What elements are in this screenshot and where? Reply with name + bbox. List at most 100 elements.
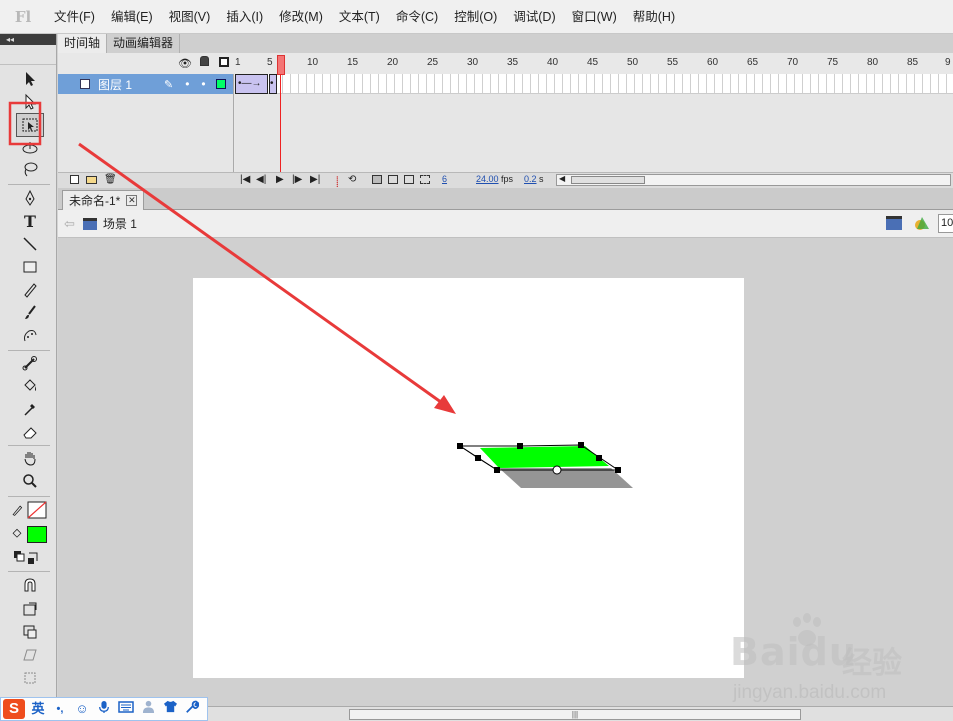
frame-rate[interactable]: 24.00 <box>476 174 499 184</box>
loop-icon[interactable]: ⟲ <box>348 174 356 185</box>
onion-outline-icon[interactable] <box>388 175 398 184</box>
pen-tool-icon[interactable] <box>17 187 43 209</box>
free-transform-tool-icon[interactable] <box>16 113 44 137</box>
straighten-icon[interactable] <box>17 621 43 643</box>
close-icon[interactable]: ✕ <box>126 195 138 206</box>
menu-control[interactable]: 控制(O) <box>446 0 505 34</box>
tween-span[interactable]: •—→ <box>235 74 268 94</box>
play-icon[interactable]: ▶ <box>276 174 284 185</box>
emoji-icon[interactable]: ☺ <box>73 700 91 718</box>
onion-skin-icon[interactable] <box>372 175 382 184</box>
timeline-scroll-thumb[interactable] <box>571 176 645 184</box>
layer-row[interactable]: 图层 1 ✎ • • <box>58 74 233 94</box>
hand-tool-icon[interactable] <box>17 447 43 469</box>
fill-color-swatch[interactable] <box>27 525 47 543</box>
tab-timeline[interactable]: 时间轴 <box>58 34 108 53</box>
zoom-tool-icon[interactable] <box>17 470 43 492</box>
skin-shirt-icon[interactable] <box>161 700 179 718</box>
user-icon[interactable] <box>139 700 157 718</box>
stage-scroll-thumb[interactable]: ||| <box>349 709 801 720</box>
deco-tool-icon[interactable] <box>17 325 43 347</box>
menu-file[interactable]: 文件(F) <box>46 0 103 34</box>
text-tool-icon[interactable]: T <box>17 210 43 232</box>
menu-modify[interactable]: 修改(M) <box>271 0 331 34</box>
outline-icon[interactable] <box>219 57 229 67</box>
edit-scene-icon[interactable] <box>886 216 902 230</box>
rectangle-tool-icon[interactable] <box>17 256 43 278</box>
tab-motion-editor[interactable]: 动画编辑器 <box>107 34 181 53</box>
lock-icon[interactable] <box>200 56 209 66</box>
brush-tool-icon[interactable] <box>17 302 43 324</box>
back-arrow-icon[interactable]: ⇦ <box>64 216 75 232</box>
layer-name[interactable]: 图层 1 <box>98 76 158 93</box>
playhead-line <box>280 74 281 172</box>
menu-help[interactable]: 帮助(H) <box>625 0 683 34</box>
modify-markers-icon[interactable] <box>420 175 430 184</box>
layer-icon <box>80 79 90 89</box>
scene-label[interactable]: 场景 1 <box>103 215 137 232</box>
sogou-logo-icon[interactable]: S <box>3 699 25 719</box>
tools-grip[interactable] <box>0 45 56 65</box>
scroll-left-icon[interactable]: ◀ <box>559 174 565 183</box>
menu-text[interactable]: 文本(T) <box>331 0 388 34</box>
fill-color-control[interactable] <box>10 523 50 545</box>
smooth-icon[interactable] <box>17 598 43 620</box>
edit-multiple-icon[interactable] <box>404 175 414 184</box>
center-frame-icon[interactable]: ⸽ <box>336 174 339 188</box>
frame-grid[interactable]: •—→ • <box>235 74 953 172</box>
tools-collapse-bar[interactable]: ◂◂ <box>0 34 56 45</box>
menu-edit[interactable]: 编辑(E) <box>103 0 161 34</box>
wrench-icon[interactable] <box>183 700 201 718</box>
last-frame-icon[interactable]: ▶| <box>310 174 320 185</box>
menu-view[interactable]: 视图(V) <box>161 0 219 34</box>
stage-artwork[interactable] <box>193 278 744 678</box>
paint-bucket-tool-icon[interactable] <box>17 375 43 397</box>
keyframe[interactable]: • <box>269 74 277 94</box>
scale-icon[interactable] <box>17 667 43 689</box>
document-title[interactable]: 未命名-1* <box>69 192 120 209</box>
bone-tool-icon[interactable] <box>17 352 43 374</box>
rotate-skew-icon[interactable] <box>17 644 43 666</box>
menu-insert[interactable]: 插入(I) <box>218 0 271 34</box>
3d-rotation-tool-icon[interactable] <box>17 137 43 159</box>
timeline-panel: 时间轴 动画编辑器 👁 1 5 10 15 20 25 30 35 40 45 … <box>58 34 953 188</box>
layer-outline-swatch[interactable] <box>215 79 226 89</box>
ruler-label: 40 <box>547 57 559 68</box>
edit-symbols-icon[interactable] <box>914 215 930 231</box>
stage[interactable] <box>193 278 744 678</box>
eye-icon[interactable]: 👁 <box>178 57 192 70</box>
pencil-tool-icon[interactable] <box>17 279 43 301</box>
menu-commands[interactable]: 命令(C) <box>388 0 446 34</box>
first-frame-icon[interactable]: |◀ <box>240 174 250 185</box>
delete-layer-icon[interactable]: 🗑 <box>104 174 117 185</box>
playhead[interactable] <box>277 55 285 75</box>
menu-window[interactable]: 窗口(W) <box>564 0 625 34</box>
snap-magnet-icon[interactable] <box>17 575 43 597</box>
zoom-input[interactable]: 10 <box>938 214 953 233</box>
stroke-color-control[interactable] <box>10 499 50 521</box>
menu-debug[interactable]: 调试(D) <box>505 0 563 34</box>
selection-tool-icon[interactable] <box>17 68 43 90</box>
ime-mode[interactable]: 英 <box>29 700 47 718</box>
document-tab[interactable]: 未命名-1* ✕ <box>62 190 145 210</box>
frame-ruler[interactable]: 1 5 10 15 20 25 30 35 40 45 50 55 60 65 … <box>235 53 953 74</box>
new-layer-icon[interactable] <box>70 175 79 184</box>
lasso-tool-icon[interactable] <box>17 158 43 180</box>
swap-colors-icon[interactable] <box>12 546 48 568</box>
current-frame[interactable]: 6 <box>442 174 447 184</box>
subselection-tool-icon[interactable] <box>17 91 43 113</box>
line-tool-icon[interactable] <box>17 233 43 255</box>
layer-lock-dot[interactable]: • <box>201 77 205 91</box>
timeline-scrollbar[interactable]: ◀ <box>556 174 951 186</box>
microphone-icon[interactable] <box>95 700 113 718</box>
frame-row[interactable]: •—→ • <box>235 74 953 94</box>
step-forward-icon[interactable]: |▶ <box>292 174 302 185</box>
eyedropper-tool-icon[interactable] <box>17 398 43 420</box>
elapsed-time[interactable]: 0.2 <box>524 174 537 184</box>
keyboard-icon[interactable] <box>117 700 135 718</box>
step-back-icon[interactable]: ◀| <box>256 174 266 185</box>
ime-punctuation[interactable]: •, <box>51 700 69 718</box>
new-folder-icon[interactable] <box>86 176 97 184</box>
layer-visible-dot[interactable]: • <box>185 77 189 91</box>
eraser-tool-icon[interactable] <box>17 421 43 443</box>
